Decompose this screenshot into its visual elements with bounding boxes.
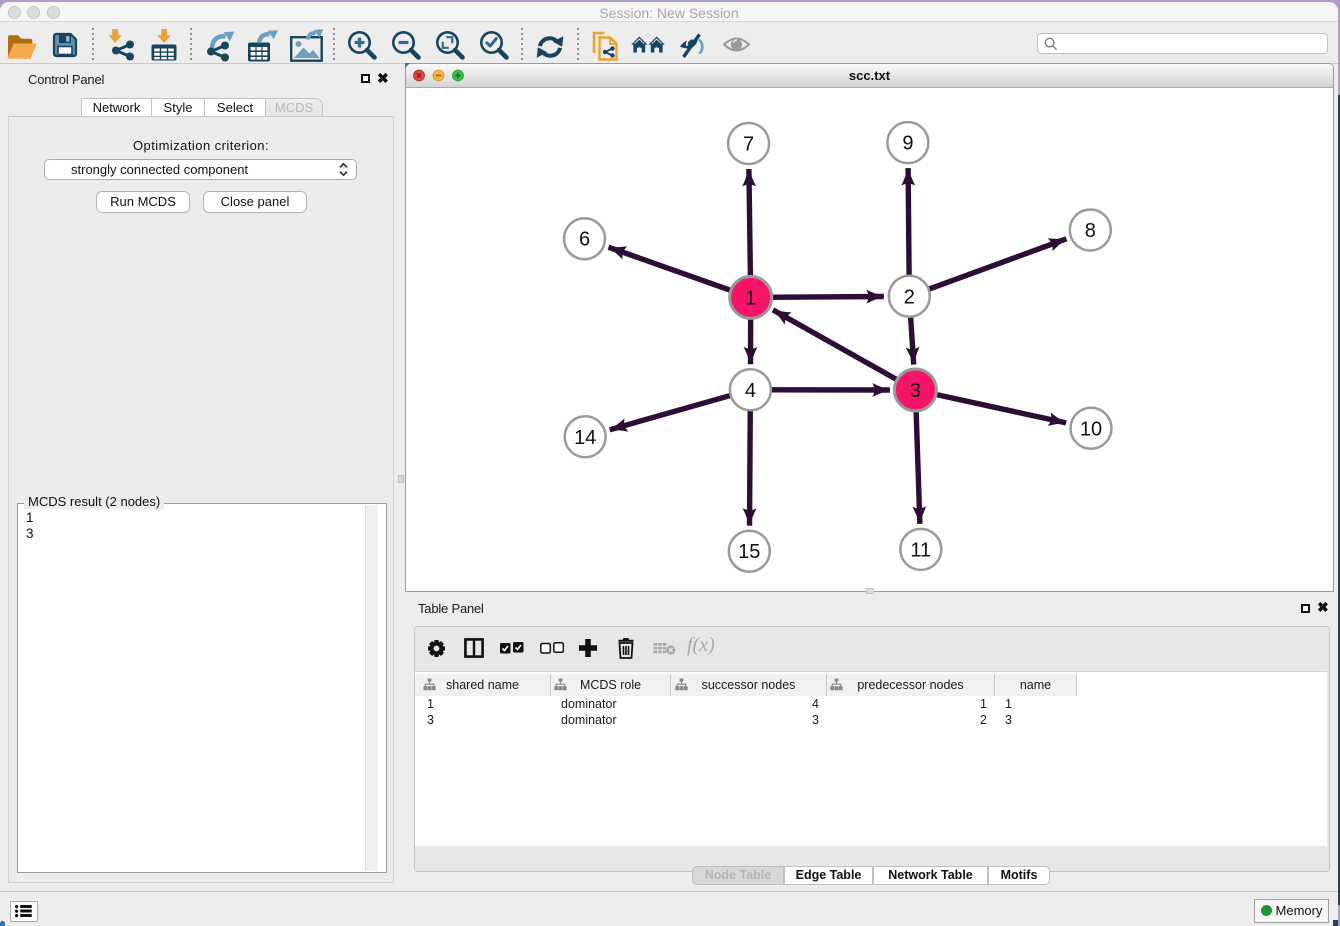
svg-text:2: 2 xyxy=(904,286,915,308)
svg-text:10: 10 xyxy=(1080,418,1102,440)
svg-text:8: 8 xyxy=(1085,220,1096,242)
svg-text:3: 3 xyxy=(910,380,921,402)
svg-text:6: 6 xyxy=(579,229,590,251)
svg-text:14: 14 xyxy=(574,427,596,449)
svg-text:4: 4 xyxy=(745,380,756,402)
svg-text:11: 11 xyxy=(910,539,931,561)
svg-text:7: 7 xyxy=(743,134,754,156)
svg-text:9: 9 xyxy=(902,133,913,155)
svg-text:1: 1 xyxy=(745,287,756,309)
svg-text:15: 15 xyxy=(738,541,760,563)
